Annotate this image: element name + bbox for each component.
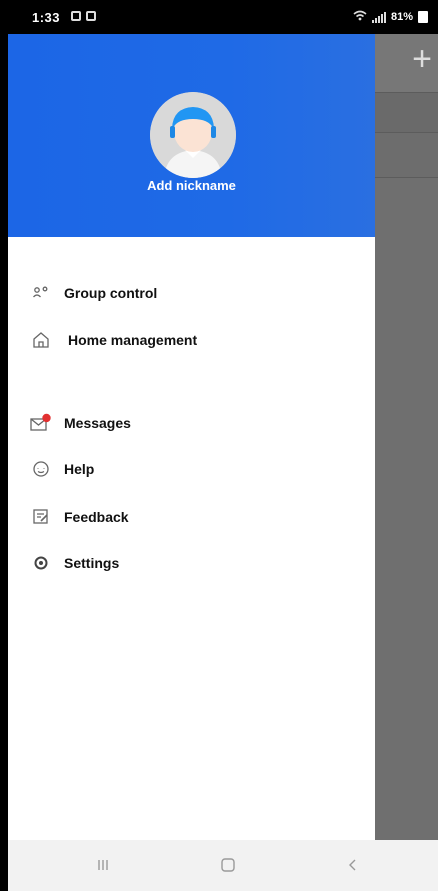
signal-icon — [371, 11, 386, 23]
status-right: 81% — [353, 10, 428, 24]
feedback-icon — [30, 506, 52, 528]
menu-item-label: Settings — [64, 555, 120, 571]
menu-item-label: Messages — [64, 415, 131, 431]
background-toolbar: + — [375, 34, 438, 92]
battery-level: 81% — [390, 11, 413, 23]
user-avatar-icon — [150, 92, 236, 178]
menu-item-label: Feedback — [64, 509, 129, 525]
home-icon — [30, 329, 52, 351]
notification-icon — [71, 11, 81, 21]
drawer-header: Add nickname — [8, 34, 375, 237]
messages-icon — [30, 412, 52, 434]
plus-icon[interactable]: + — [412, 42, 432, 76]
menu-item-label: Help — [64, 461, 95, 477]
menu-item-label: Group control — [64, 285, 158, 301]
menu-item-home-management[interactable]: Home management — [30, 325, 197, 355]
screen: 1:33 81% + Add nickname Group control Ho… — [8, 0, 438, 891]
back-icon[interactable] — [338, 852, 368, 878]
group-icon — [30, 282, 52, 304]
battery-icon — [418, 11, 428, 23]
system-nav-bar — [8, 840, 438, 891]
background-row — [375, 132, 438, 178]
home-button-icon[interactable] — [213, 852, 243, 878]
menu-item-feedback[interactable]: Feedback — [30, 502, 129, 532]
background-content[interactable]: + — [375, 34, 438, 840]
navigation-drawer: Add nickname Group control Home manageme… — [8, 34, 375, 840]
status-bar: 1:33 81% — [8, 0, 438, 34]
background-row — [375, 92, 438, 133]
menu-item-label: Home management — [68, 332, 198, 348]
notification-icon — [86, 11, 96, 21]
avatar[interactable] — [150, 92, 236, 178]
help-icon — [30, 458, 52, 480]
menu-item-messages[interactable]: Messages — [30, 408, 131, 438]
settings-icon — [30, 552, 52, 574]
add-nickname-link[interactable]: Add nickname — [8, 178, 375, 193]
wifi-icon — [353, 10, 367, 24]
notification-icons — [71, 11, 96, 21]
menu-item-group-control[interactable]: Group control — [30, 278, 157, 308]
menu-item-settings[interactable]: Settings — [30, 548, 119, 578]
status-time: 1:33 — [32, 10, 61, 25]
menu-item-help[interactable]: Help — [30, 454, 94, 484]
recents-icon[interactable] — [88, 852, 118, 878]
